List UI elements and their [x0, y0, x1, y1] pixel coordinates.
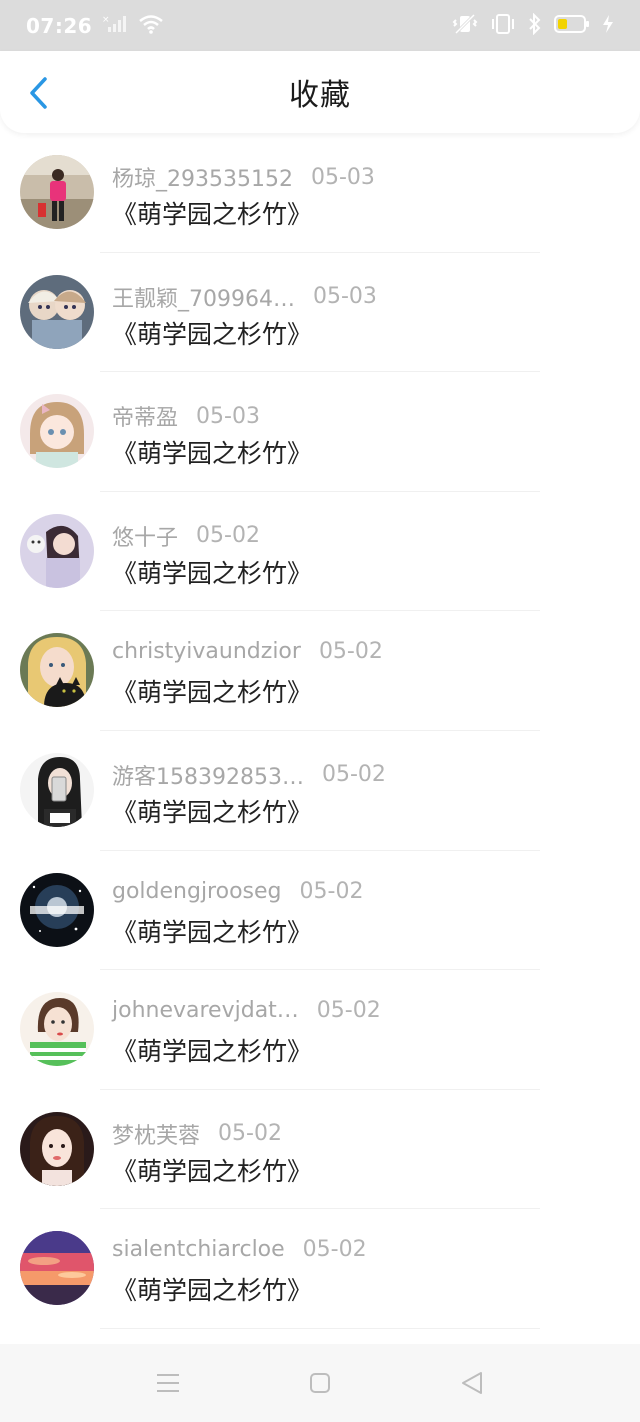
list-item[interactable]: 悠十子 05-02 《萌学园之杉竹》: [0, 492, 640, 612]
avatar[interactable]: [20, 633, 94, 708]
item-meta: christyivaundzior 05-02: [112, 639, 383, 664]
item-meta: 帝蒂盈 05-03: [112, 400, 260, 432]
story-title: 《萌学园之杉竹》: [112, 1156, 313, 1186]
avatar[interactable]: [20, 274, 94, 349]
date: 05-02: [196, 523, 260, 549]
story-title: 《萌学园之杉竹》: [112, 917, 313, 947]
date: 05-02: [302, 1237, 367, 1263]
username: 梦枕芙蓉: [112, 1123, 201, 1149]
avatar[interactable]: [20, 992, 94, 1067]
favorites-list: 杨琼_293535152 05-03 《萌学园之杉竹》 王靓颖_709964… …: [0, 133, 640, 1329]
menu-button[interactable]: [92, 1344, 244, 1422]
date: 05-03: [310, 164, 375, 190]
date: 05-03: [312, 284, 377, 310]
system-nav-bar: [0, 1344, 640, 1422]
avatar[interactable]: [20, 752, 94, 827]
avatar[interactable]: [20, 1111, 94, 1186]
home-button[interactable]: [244, 1344, 396, 1422]
date: 05-02: [218, 1121, 282, 1147]
vibrate-icon: [452, 13, 478, 39]
date: 05-02: [316, 998, 381, 1024]
username: 杨琼_293535152: [112, 167, 293, 192]
battery-icon: [554, 14, 590, 38]
back-nav-button[interactable]: [396, 1344, 548, 1422]
page-title: 收藏: [289, 78, 351, 113]
item-meta: sialentchiarcloe 05-02: [112, 1237, 367, 1262]
avatar[interactable]: [20, 513, 94, 588]
chevron-left-icon: [30, 77, 47, 109]
list-item[interactable]: christyivaundzior 05-02 《萌学园之杉竹》: [0, 611, 640, 731]
menu-icon: [157, 1374, 179, 1392]
signal-icon: ×: [102, 14, 128, 38]
status-bar: 07:26 ×: [0, 0, 640, 51]
story-title: 《萌学园之杉竹》: [112, 1276, 313, 1306]
item-meta: johnevarevjdat… 05-02: [112, 998, 381, 1023]
story-title: 《萌学园之杉竹》: [112, 319, 313, 349]
avatar[interactable]: [20, 394, 94, 469]
story-title: 《萌学园之杉竹》: [112, 797, 313, 827]
username: christyivaundzior: [112, 639, 301, 665]
item-meta: 杨琼_293535152 05-03: [112, 161, 375, 193]
vibration-mode-icon: [490, 13, 516, 39]
svg-text:×: ×: [102, 15, 110, 25]
date: 05-02: [318, 639, 383, 665]
item-meta: 梦枕芙蓉 05-02: [112, 1118, 282, 1150]
list-item[interactable]: 梦枕芙蓉 05-02 《萌学园之杉竹》: [0, 1090, 640, 1210]
back-triangle-icon: [462, 1372, 482, 1394]
username: 王靓颖_709964…: [112, 286, 295, 312]
story-title: 《萌学园之杉竹》: [112, 439, 313, 469]
story-title: 《萌学园之杉竹》: [112, 1037, 313, 1067]
charging-icon: [602, 14, 614, 38]
username: 游客158392853…: [112, 764, 304, 790]
item-meta: 悠十子 05-02: [112, 520, 260, 552]
wifi-icon: [138, 14, 164, 38]
list-item[interactable]: goldengjrooseg 05-02 《萌学园之杉竹》: [0, 851, 640, 971]
header-bar: 收藏: [0, 51, 640, 133]
item-meta: 王靓颖_709964… 05-03: [112, 281, 377, 313]
story-title: 《萌学园之杉竹》: [112, 678, 313, 708]
date: 05-02: [299, 878, 364, 904]
status-time: 07:26: [26, 13, 93, 38]
story-title: 《萌学园之杉竹》: [112, 200, 313, 229]
username: johnevarevjdat…: [112, 998, 299, 1024]
list-item[interactable]: 帝蒂盈 05-03 《萌学园之杉竹》: [0, 372, 640, 492]
home-square-icon: [310, 1373, 330, 1393]
item-meta: 游客158392853… 05-02: [112, 759, 386, 791]
divider: [100, 1327, 540, 1329]
avatar[interactable]: [20, 155, 94, 229]
avatar[interactable]: [20, 872, 94, 947]
username: sialentchiarcloe: [112, 1237, 285, 1263]
username: 悠十子: [112, 525, 179, 551]
username: goldengjrooseg: [112, 878, 282, 904]
list-item[interactable]: 王靓颖_709964… 05-03 《萌学园之杉竹》: [0, 253, 640, 373]
back-button[interactable]: [18, 73, 58, 113]
username: 帝蒂盈: [112, 406, 179, 432]
date: 05-02: [321, 762, 386, 788]
list-item[interactable]: 杨琼_293535152 05-03 《萌学园之杉竹》: [0, 133, 640, 253]
list-item[interactable]: sialentchiarcloe 05-02 《萌学园之杉竹》: [0, 1209, 640, 1329]
avatar[interactable]: [20, 1231, 94, 1306]
bluetooth-icon: [528, 12, 542, 39]
list-item[interactable]: 游客158392853… 05-02 《萌学园之杉竹》: [0, 731, 640, 851]
list-item[interactable]: johnevarevjdat… 05-02 《萌学园之杉竹》: [0, 970, 640, 1090]
date: 05-03: [196, 403, 260, 429]
item-meta: goldengjrooseg 05-02: [112, 879, 363, 904]
story-title: 《萌学园之杉竹》: [112, 558, 313, 588]
